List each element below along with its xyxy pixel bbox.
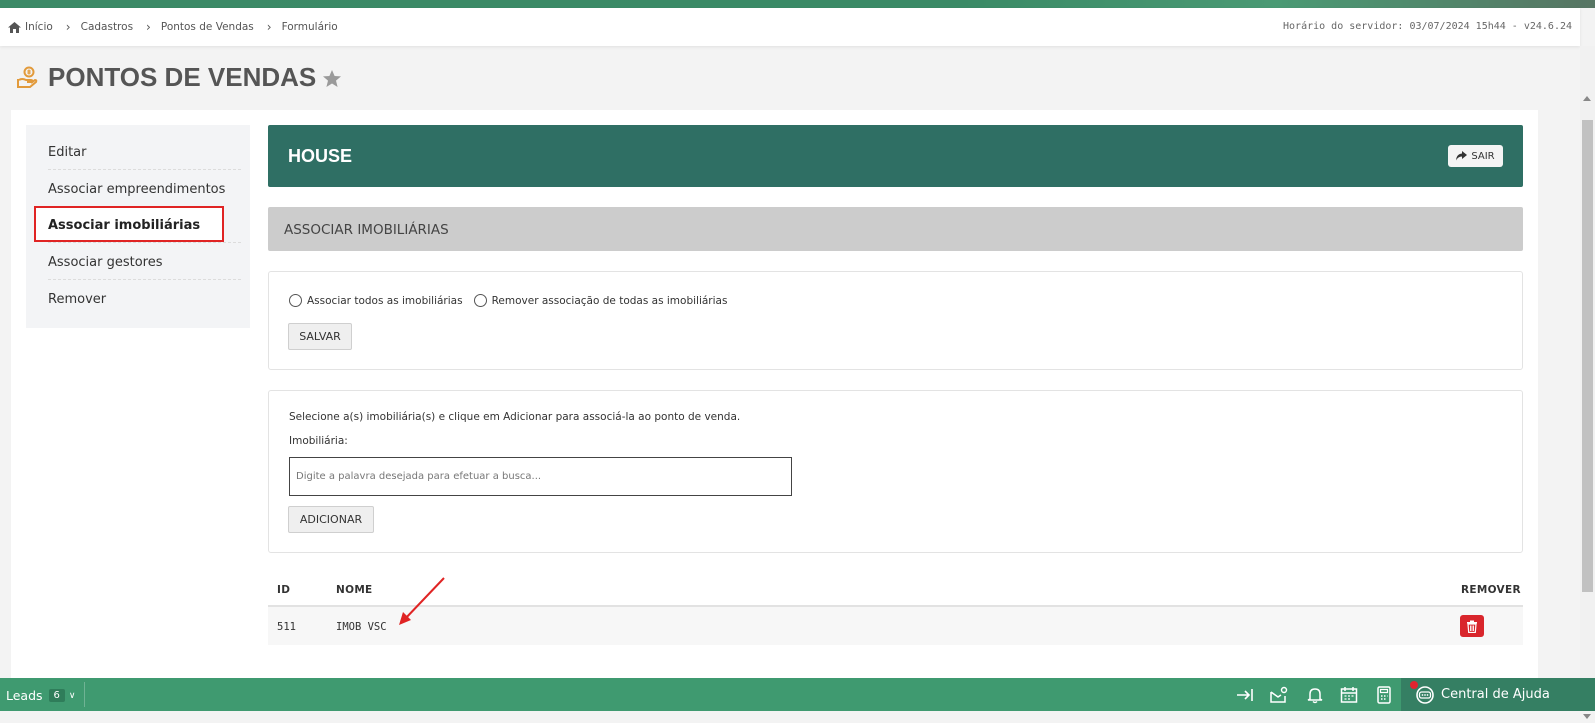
row-id: 511 xyxy=(277,621,296,633)
collapse-right-icon[interactable] xyxy=(1236,686,1254,704)
scrollbar[interactable] xyxy=(1580,46,1595,719)
imobiliaria-field-label: Imobiliária: xyxy=(289,435,348,447)
row-name: IMOB VSC xyxy=(336,621,387,633)
sidebar-item-label: Associar imobiliárias xyxy=(48,218,201,233)
breadcrumb-separator: › xyxy=(65,20,71,34)
annotation-arrow-icon xyxy=(399,577,445,625)
mail-settings-icon[interactable] xyxy=(1270,686,1288,704)
breadcrumb: Início › Cadastros › Pontos de Vendas › … xyxy=(8,20,338,34)
sidebar-divider xyxy=(48,279,241,280)
store-hand-icon xyxy=(17,66,38,88)
sidebar-divider xyxy=(48,242,241,243)
breadcrumb-cadastros[interactable]: Cadastros xyxy=(81,21,133,33)
breadcrumb-home[interactable]: Início xyxy=(25,21,53,33)
add-association-card: Selecione a(s) imobiliária(s) e clique e… xyxy=(268,390,1523,553)
calendar-icon[interactable] xyxy=(1340,686,1358,704)
bottom-toolbar: Leads 6 ∨ Central de Ajuda xyxy=(0,678,1595,711)
section-header: ASSOCIAR IMOBILIÁRIAS xyxy=(268,207,1523,251)
sidebar-item-associar-empreendimentos[interactable]: Associar empreendimentos xyxy=(48,182,241,197)
server-time: Horário do servidor: 03/07/2024 15h44 - … xyxy=(1283,21,1572,32)
column-header-remove: REMOVER xyxy=(1461,584,1521,596)
radio-remove-all-label[interactable]: Remover associação de todas as imobiliár… xyxy=(492,295,728,307)
help-center-button[interactable]: Central de Ajuda xyxy=(1401,678,1595,711)
breadcrumb-formulario: Formulário xyxy=(281,21,338,33)
imobiliaria-search-input[interactable] xyxy=(289,457,792,496)
record-header-bar: HOUSE SAIR xyxy=(268,125,1523,187)
sidebar-item-associar-gestores[interactable]: Associar gestores xyxy=(48,255,241,270)
sidebar-divider xyxy=(48,169,241,170)
chevron-down-icon: ∨ xyxy=(68,690,76,701)
share-arrow-icon xyxy=(1456,151,1468,161)
radio-associate-all[interactable] xyxy=(289,294,302,307)
bell-icon[interactable] xyxy=(1306,686,1324,704)
sidebar-item-remover[interactable]: Remover xyxy=(48,292,241,307)
radio-associate-all-label[interactable]: Associar todos as imobiliárias xyxy=(307,295,463,307)
sidebar-item-associar-imobiliarias[interactable]: Associar imobiliárias xyxy=(34,206,224,242)
top-header: Início › Cadastros › Pontos de Vendas › … xyxy=(0,8,1580,46)
scrollbar-thumb[interactable] xyxy=(1582,120,1593,592)
remove-row-button[interactable] xyxy=(1460,615,1484,637)
page-title: PONTOS DE VENDAS xyxy=(48,62,317,92)
notification-dot xyxy=(1410,681,1418,689)
breadcrumb-separator: › xyxy=(146,20,151,34)
trash-icon xyxy=(1467,620,1477,633)
save-button[interactable]: SALVAR xyxy=(288,323,352,350)
scroll-up-arrow-icon[interactable] xyxy=(1583,96,1591,101)
favorite-star-icon[interactable] xyxy=(322,69,342,89)
column-header-id: ID xyxy=(277,584,291,596)
breadcrumb-pontos-de-vendas[interactable]: Pontos de Vendas xyxy=(161,21,254,33)
page-title-row: PONTOS DE VENDAS xyxy=(16,62,342,93)
leads-label: Leads xyxy=(6,688,43,703)
instruction-text: Selecione a(s) imobiliária(s) e clique e… xyxy=(289,411,741,423)
footer-divider xyxy=(84,682,85,707)
add-button[interactable]: ADICIONAR xyxy=(288,506,374,533)
column-header-name: NOME xyxy=(336,584,373,596)
record-title: HOUSE xyxy=(288,146,353,166)
top-accent-strip xyxy=(0,0,1595,8)
leads-count-badge: 6 xyxy=(48,689,65,702)
table-header: ID NOME REMOVER xyxy=(268,578,1523,607)
bulk-association-card: Associar todos as imobiliárias Remover a… xyxy=(268,271,1523,370)
table-row: 511 IMOB VSC xyxy=(268,607,1523,645)
bulk-options: Associar todos as imobiliárias Remover a… xyxy=(289,294,727,307)
radio-remove-all[interactable] xyxy=(473,294,487,307)
chat-bubble-icon xyxy=(1416,685,1434,704)
home-icon xyxy=(8,21,21,33)
calculator-icon[interactable] xyxy=(1375,686,1393,704)
exit-button[interactable]: SAIR xyxy=(1448,145,1503,167)
leads-dropdown[interactable]: Leads 6 ∨ xyxy=(6,688,76,703)
scroll-down-arrow-icon[interactable] xyxy=(1583,714,1591,719)
section-title: ASSOCIAR IMOBILIÁRIAS xyxy=(284,222,449,238)
breadcrumb-separator: › xyxy=(266,20,272,34)
sidebar-item-editar[interactable]: Editar xyxy=(48,145,241,160)
help-center-label: Central de Ajuda xyxy=(1441,687,1550,702)
exit-button-label: SAIR xyxy=(1471,150,1495,162)
